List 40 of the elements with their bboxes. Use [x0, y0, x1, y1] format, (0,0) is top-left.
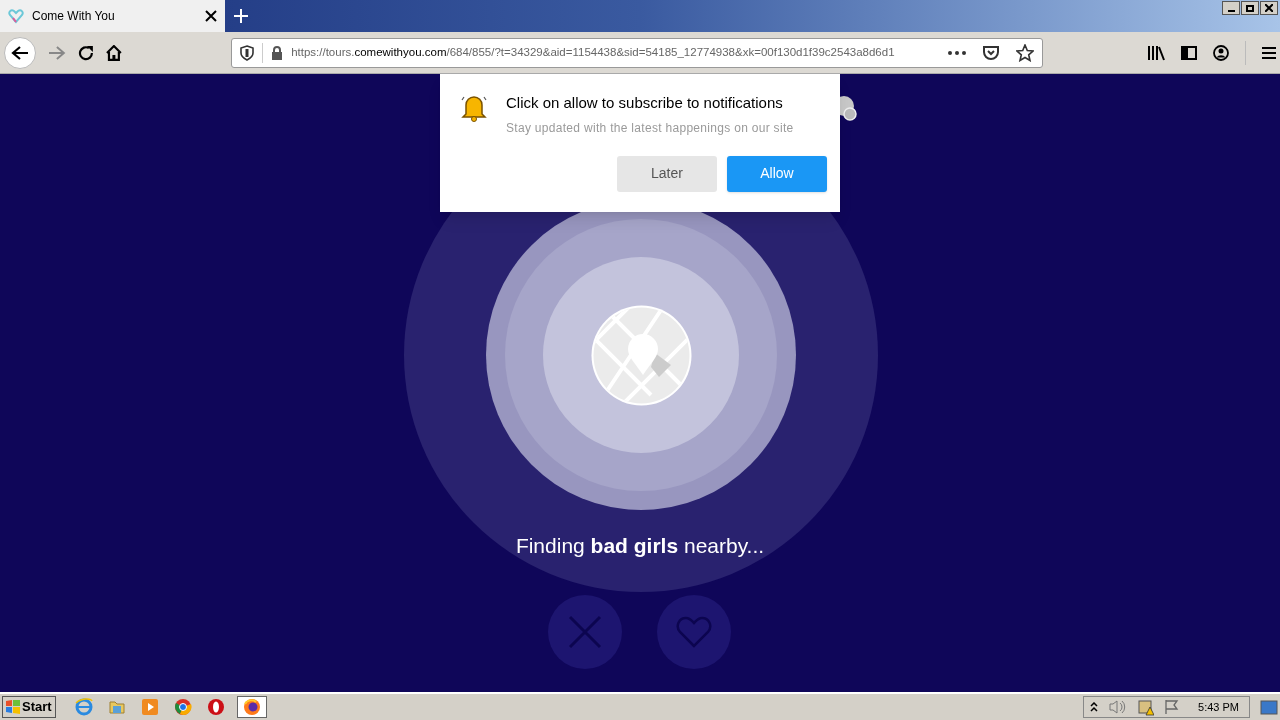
close-button[interactable] [1260, 1, 1278, 15]
tab-title: Come With You [32, 8, 116, 25]
firefox-icon[interactable] [236, 696, 267, 718]
new-tab-icon[interactable] [234, 9, 248, 23]
pocket-icon[interactable] [982, 44, 1000, 61]
shield-icon[interactable] [240, 44, 255, 61]
windows-logo-icon [6, 700, 20, 714]
close-icon [1265, 4, 1273, 12]
star-icon[interactable] [1016, 43, 1034, 62]
sidebar-icon[interactable] [1181, 45, 1197, 60]
close-icon[interactable] [205, 10, 217, 22]
browser-tab[interactable]: Come With You [0, 0, 225, 32]
forward-icon[interactable] [47, 44, 66, 61]
url-text: https://tours.comewithyou.com/684/855/?t=34329&aid=1154438&sid=54185_12774938&xk=00f130d1f39c2543a8d6d1 [291, 44, 896, 60]
address-bar[interactable]: https://tours.comewithyou.com/684/855/?t=34329&aid=1154438&sid=54185_12774938&xk=00f130d1f39c2543a8d6d1 [231, 37, 1043, 68]
minimize-button[interactable] [1222, 1, 1240, 15]
notification-title: Click on allow to subscribe to notifications [506, 93, 784, 113]
back-button[interactable] [4, 36, 36, 69]
back-arrow-icon [10, 44, 29, 61]
status-text: Finding bad girls nearby... [515, 534, 765, 557]
start-button[interactable]: Start [2, 696, 56, 718]
notification-subtitle: Stay updated with the latest happenings on our site [506, 119, 794, 137]
chevron-up-icon[interactable] [1090, 702, 1099, 712]
clock: 5:43 PM [1198, 699, 1239, 715]
more-icon[interactable] [948, 50, 966, 55]
menu-icon[interactable] [1262, 46, 1276, 59]
restore-button[interactable] [1241, 1, 1259, 15]
account-icon[interactable] [1213, 44, 1229, 61]
show-desktop-icon[interactable] [1260, 700, 1278, 716]
heart-icon [676, 616, 712, 648]
heart-icon [8, 8, 24, 24]
reload-icon[interactable] [77, 44, 94, 61]
home-icon[interactable] [105, 44, 124, 61]
later-button[interactable]: Later [617, 155, 717, 192]
lock-icon [271, 45, 284, 60]
cross-icon [568, 615, 602, 649]
network-warning-icon[interactable] [1136, 698, 1155, 716]
library-icon[interactable] [1147, 44, 1165, 61]
speaker-icon[interactable] [1108, 699, 1127, 715]
flag-icon[interactable] [1164, 699, 1181, 715]
